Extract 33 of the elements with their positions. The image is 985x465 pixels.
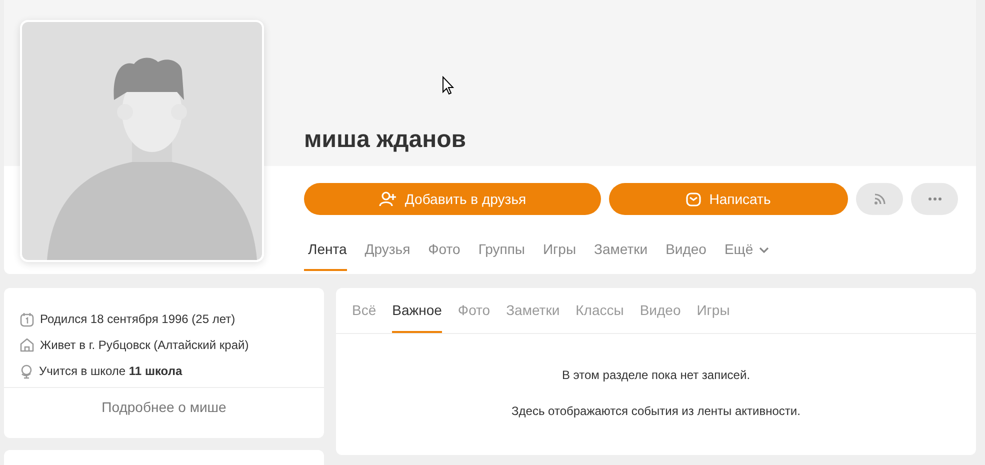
profile-info-text: Родился 18 сентября 1996 (25 лет) bbox=[40, 312, 236, 326]
profile-tab[interactable]: Заметки bbox=[594, 235, 648, 271]
empty-message: В этом разделе пока нет записей. bbox=[562, 368, 750, 382]
feed-tab[interactable]: Игры bbox=[696, 288, 730, 333]
message-button[interactable]: Написать bbox=[609, 183, 848, 215]
profile-tab[interactable]: Ещё bbox=[724, 235, 770, 271]
envelope-icon bbox=[686, 192, 702, 206]
feed-tab[interactable]: Важное bbox=[392, 288, 442, 333]
profile-name: миша жданов bbox=[304, 125, 468, 155]
add-user-icon bbox=[378, 191, 397, 207]
add-friend-button[interactable]: Добавить в друзья bbox=[304, 183, 601, 215]
more-about-link[interactable]: Подробнее о мише bbox=[102, 399, 226, 415]
profile-tab[interactable]: Группы bbox=[478, 235, 525, 271]
feed-tab[interactable]: Видео bbox=[640, 288, 681, 333]
feed-tab[interactable]: Всё bbox=[352, 288, 376, 333]
feed-tab[interactable]: Классы bbox=[576, 288, 624, 333]
profile-tab[interactable]: Игры bbox=[542, 235, 576, 271]
feed-tab[interactable]: Заметки bbox=[506, 288, 560, 333]
profile-tab[interactable]: Лента bbox=[304, 235, 347, 271]
more-icon bbox=[928, 197, 942, 201]
profile-tab[interactable]: Друзья bbox=[364, 235, 410, 271]
feed-tab[interactable]: Фото bbox=[458, 288, 490, 333]
calendar-icon bbox=[20, 312, 34, 326]
profile-info-text: Учится в школе 11 школа bbox=[39, 364, 182, 378]
empty-message: Здесь отображаются события из ленты активности. bbox=[512, 404, 800, 418]
feed-icon bbox=[874, 193, 886, 205]
cursor-icon bbox=[442, 76, 454, 95]
globe-icon bbox=[20, 364, 33, 378]
subscribe-button[interactable] bbox=[856, 183, 903, 215]
profile-tab[interactable]: Фото bbox=[428, 235, 460, 271]
profile-info-text: Живет в г. Рубцовск (Алтайский край) bbox=[40, 338, 249, 352]
home-icon bbox=[20, 338, 34, 352]
profile-tab[interactable]: Видео bbox=[666, 235, 706, 271]
